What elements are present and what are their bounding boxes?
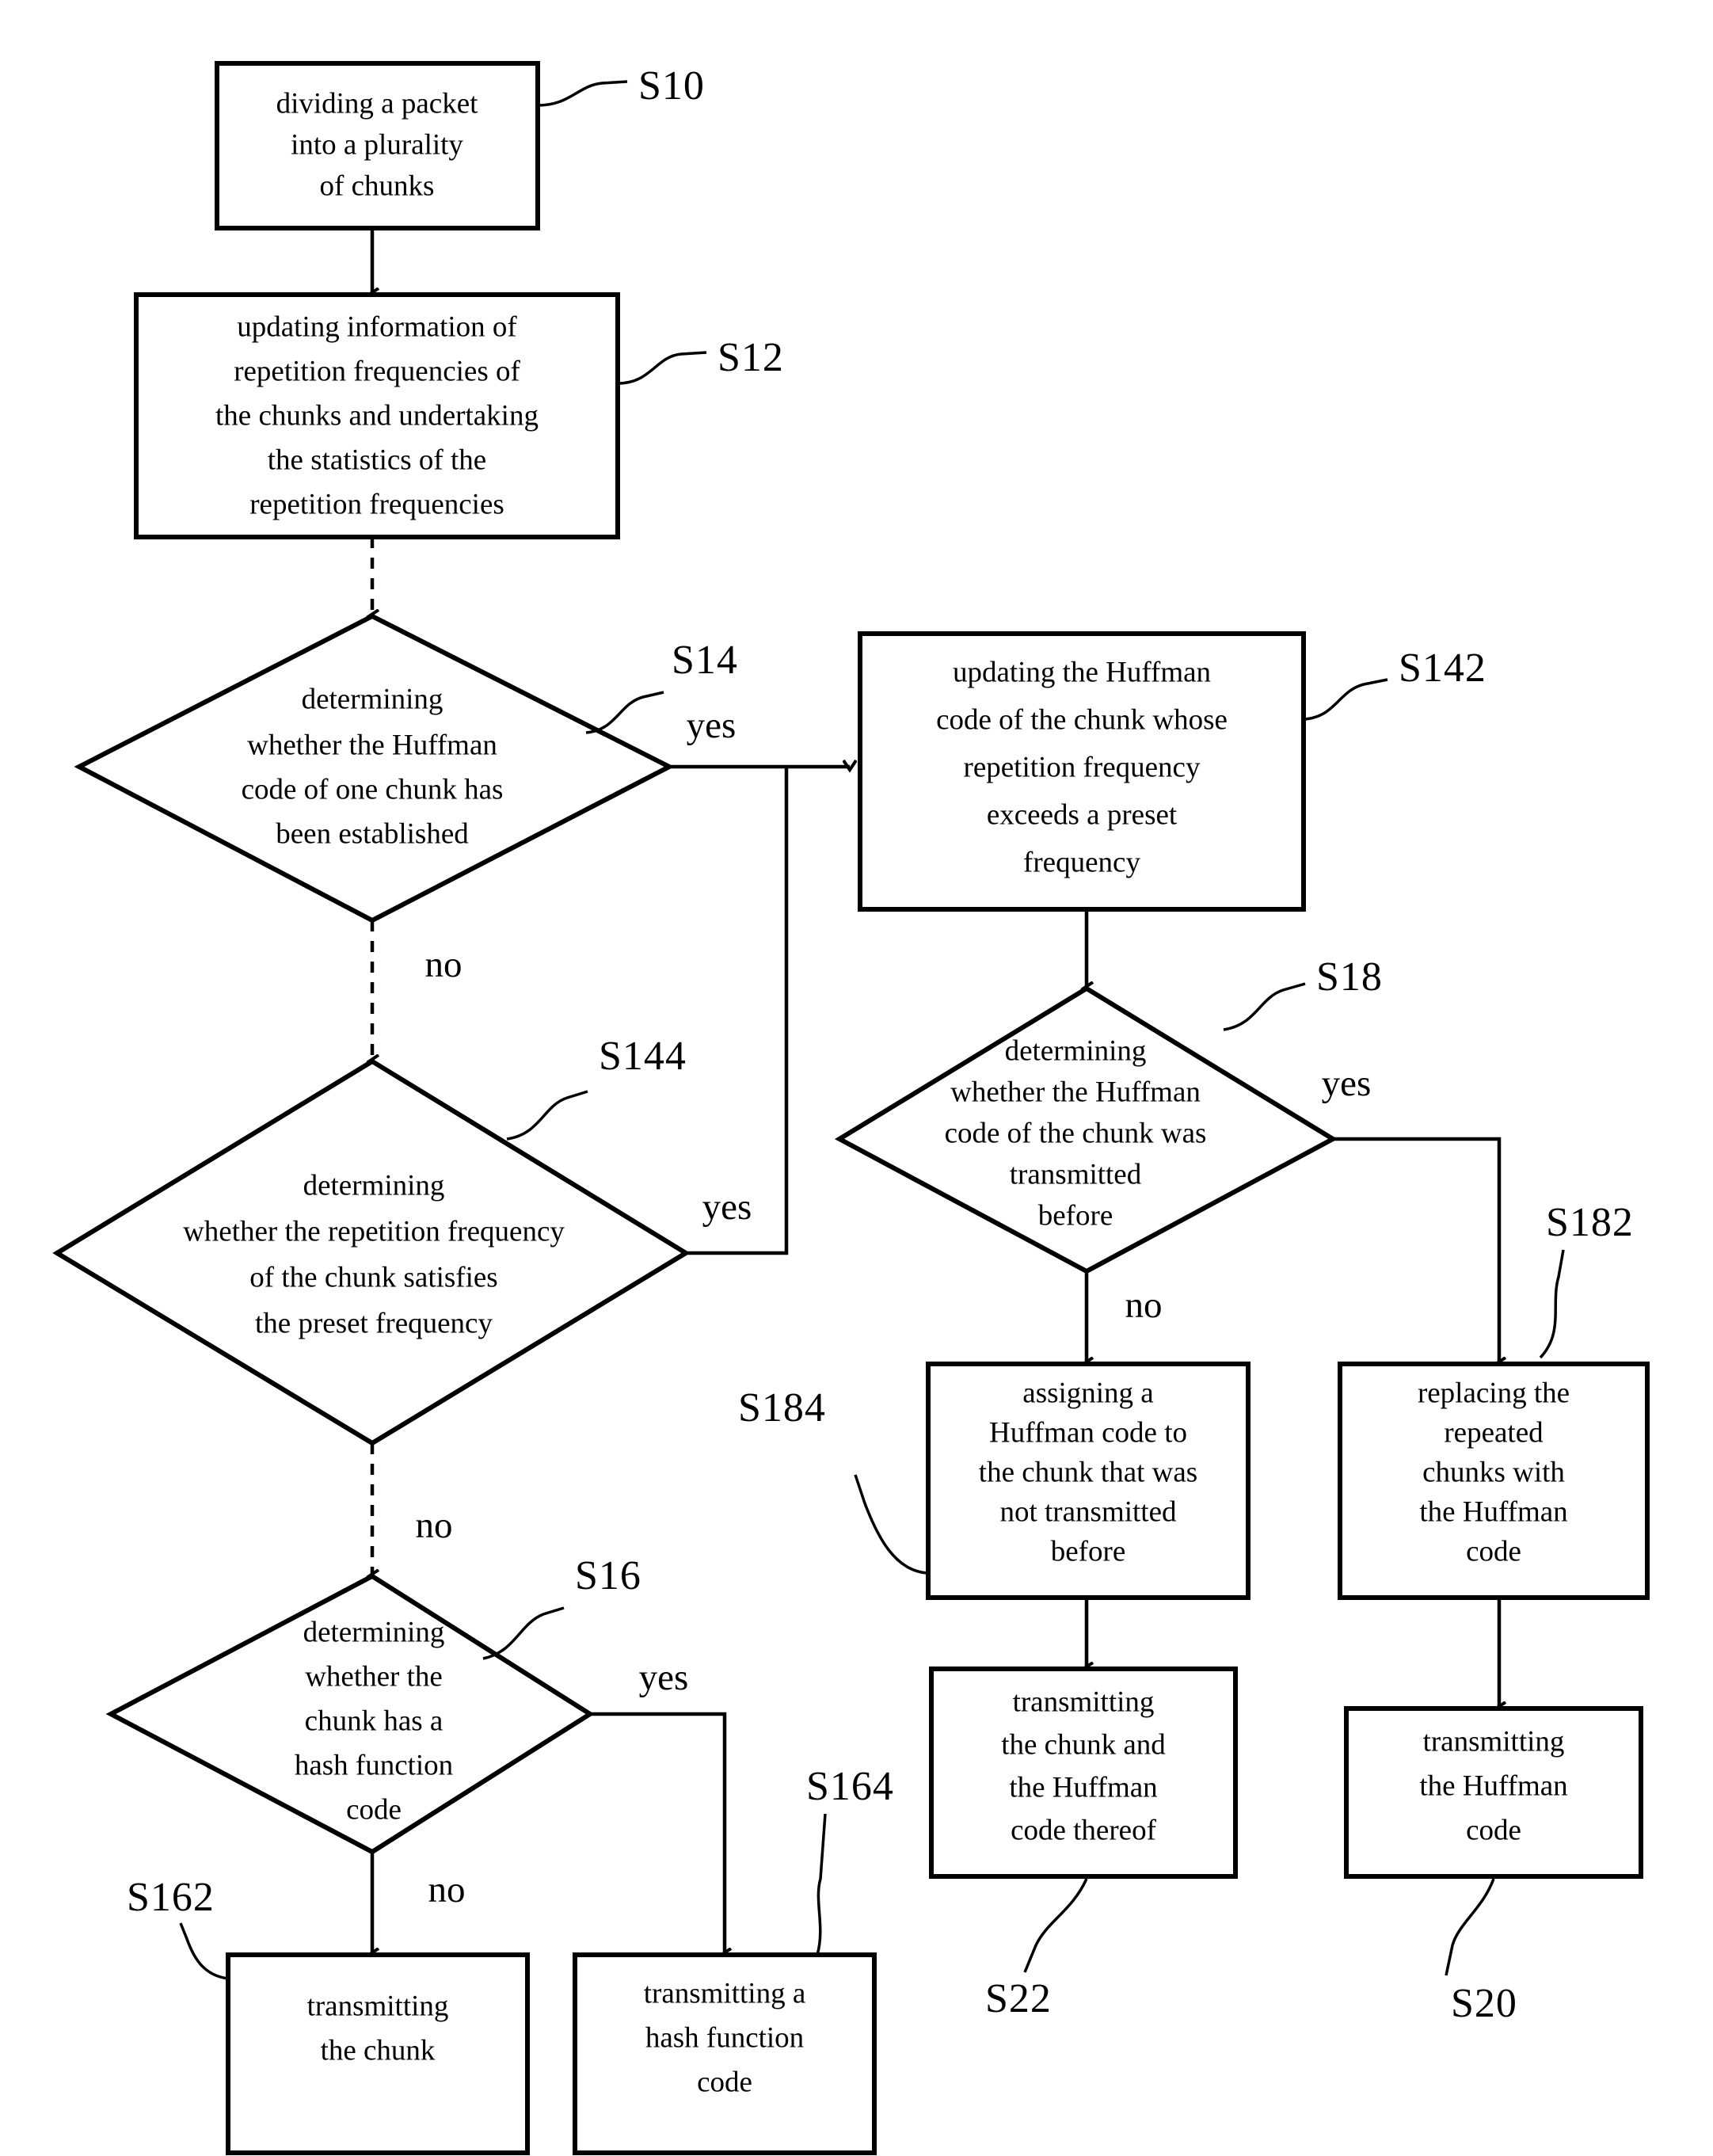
ref-label-s16: S16 [575, 1553, 641, 1598]
node-s22-line-0: transmitting [1013, 1686, 1155, 1718]
node-s12-line-4: repetition frequencies [249, 488, 504, 520]
leader-s20 [1445, 1878, 1495, 1976]
branch-label-s16-no: no [428, 1869, 466, 1910]
node-s144-line-2: of the chunk satisfies [249, 1261, 497, 1293]
branch-label-s16-yes: yes [639, 1657, 689, 1698]
connector-s144-yes-to-s142 [686, 767, 789, 1255]
node-s12-line-1: repetition frequencies of [234, 355, 520, 387]
node-s182-line-3: the Huffman [1419, 1495, 1567, 1528]
node-s12-line-2: the chunks and undertaking [215, 399, 539, 432]
branch-label-s18-yes: yes [1322, 1063, 1372, 1104]
node-s184-line-3: not transmitted [1000, 1495, 1177, 1528]
node-s18-line-3: transmitted [1010, 1158, 1142, 1190]
node-s14-shape [74, 613, 675, 924]
ref-label-s20: S20 [1451, 1981, 1517, 2026]
ref-label-s162: S162 [127, 1875, 215, 1920]
node-s10-line-0: dividing a packet [276, 87, 479, 120]
flowchart-canvas: dividing a packet into a plurality of ch… [52, 61, 1650, 2155]
leader-s164 [816, 1813, 827, 1956]
leader-s22 [1023, 1878, 1088, 1973]
node-s184-line-2: the chunk that was [979, 1456, 1197, 1488]
node-s184-line-0: assigning a [1022, 1377, 1153, 1409]
node-s144-shape [52, 1058, 691, 1446]
node-s142-line-2: repetition frequency [964, 751, 1201, 783]
node-s12-line-0: updating information of [237, 310, 517, 343]
node-s182-line-1: repeated [1444, 1416, 1544, 1449]
node-s18-line-0: determining [1005, 1034, 1147, 1067]
ref-label-s144: S144 [599, 1034, 687, 1079]
branch-label-s144-no: no [416, 1505, 453, 1546]
node-s144-line-3: the preset frequency [255, 1307, 493, 1339]
connector-s18-yes-to-s182 [1333, 1137, 1499, 1364]
node-s162-line-0: transmitting [307, 1990, 449, 2022]
ref-label-s22: S22 [985, 1976, 1052, 2021]
leader-s16 [482, 1606, 565, 1660]
node-s182-line-0: replacing the [1418, 1377, 1570, 1409]
leader-s144 [506, 1090, 588, 1141]
leader-s142 [1303, 678, 1388, 721]
ref-label-s164: S164 [806, 1764, 894, 1809]
node-s14-line-2: code of one chunk has [242, 773, 504, 806]
node-s164-line-0: transmitting a [644, 1977, 806, 2009]
branch-label-s18-no: no [1125, 1285, 1163, 1326]
leader-s184 [854, 1474, 929, 1575]
node-s22-line-3: code thereof [1011, 1814, 1157, 1846]
flowchart-page: dividing a packet into a plurality of ch… [0, 0, 1713, 2156]
node-s142-line-4: frequency [1023, 846, 1140, 878]
node-s20-line-2: code [1466, 1814, 1521, 1846]
node-s182-line-2: chunks with [1422, 1456, 1565, 1488]
node-s182-line-4: code [1466, 1535, 1521, 1567]
node-s18-line-1: whether the Huffman [950, 1076, 1201, 1108]
node-s162-line-1: the chunk [321, 2034, 436, 2066]
ref-label-s14: S14 [672, 638, 738, 683]
branch-label-s144-yes: yes [702, 1187, 752, 1228]
node-s22-line-1: the chunk and [1001, 1728, 1166, 1761]
node-s16-line-0: determining [303, 1616, 445, 1648]
node-s142-line-1: code of the chunk whose [936, 703, 1228, 736]
node-s142-line-0: updating the Huffman [953, 656, 1211, 688]
branch-label-s14-yes: yes [687, 705, 737, 746]
ref-label-s12: S12 [718, 335, 784, 380]
leader-s10 [537, 80, 628, 107]
node-s142-line-3: exceeds a preset [987, 798, 1178, 831]
node-s14-line-0: determining [302, 683, 443, 715]
leader-s18 [1223, 982, 1306, 1031]
leader-s182 [1539, 1249, 1565, 1359]
node-s18-line-2: code of the chunk was [945, 1117, 1207, 1149]
node-s10-line-2: of chunks [320, 170, 435, 202]
node-s20-line-1: the Huffman [1419, 1769, 1567, 1802]
node-s144-line-0: determining [303, 1169, 445, 1202]
ref-label-s142: S142 [1399, 646, 1487, 691]
node-s144-line-1: whether the repetition frequency [183, 1215, 565, 1248]
node-s164-line-1: hash function [645, 2021, 804, 2054]
node-s184-line-1: Huffman code to [989, 1416, 1187, 1449]
node-s10-line-1: into a plurality [291, 128, 463, 161]
leader-s12 [617, 351, 707, 385]
node-s16-line-2: chunk has a [305, 1705, 443, 1737]
node-s16-line-1: whether the [305, 1660, 443, 1693]
node-s164-line-2: code [697, 2066, 752, 2098]
node-s22-line-2: the Huffman [1009, 1771, 1157, 1804]
ref-label-s10: S10 [638, 63, 705, 109]
leader-s14 [585, 691, 664, 734]
node-s184-line-4: before [1051, 1535, 1126, 1567]
node-s16-line-3: hash function [295, 1749, 453, 1781]
ref-label-s18: S18 [1316, 954, 1383, 1000]
ref-label-s182: S182 [1546, 1200, 1634, 1245]
node-s18-line-4: before [1038, 1199, 1113, 1232]
node-s12-line-3: the statistics of the [268, 444, 486, 476]
node-s14-line-3: been established [276, 817, 469, 850]
branch-label-s14-no: no [425, 944, 463, 985]
node-s16-line-4: code [346, 1793, 402, 1826]
connector-s16-yes-to-s164 [590, 1712, 725, 1955]
leader-s162 [179, 1922, 229, 1980]
ref-label-s184: S184 [738, 1385, 826, 1430]
node-s14-line-1: whether the Huffman [247, 729, 497, 761]
node-s20-line-0: transmitting [1423, 1725, 1565, 1758]
